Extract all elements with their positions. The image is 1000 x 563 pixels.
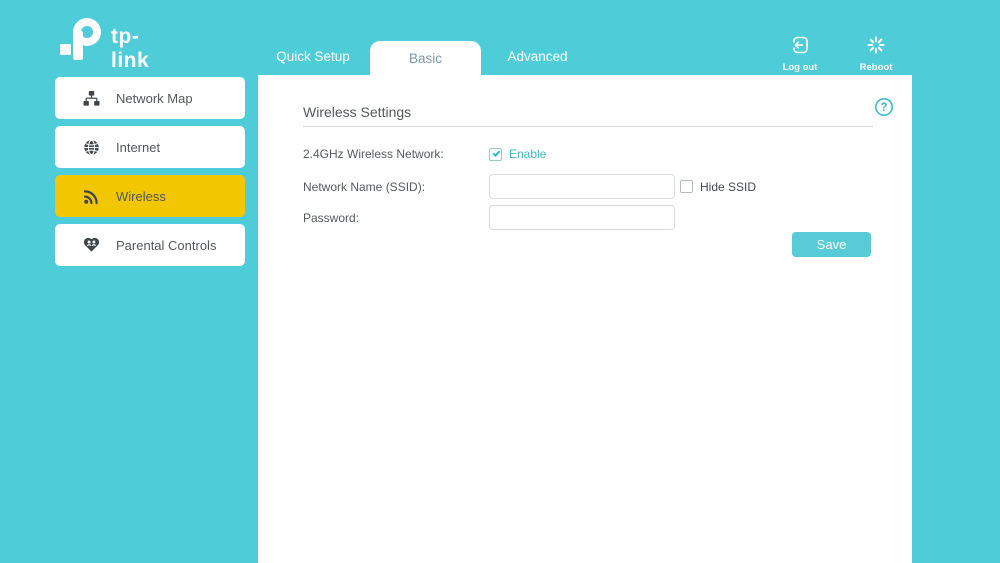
page-title: Wireless Settings [303,104,412,120]
globe-icon [83,139,100,156]
password-input[interactable] [489,205,675,230]
row-24ghz-network: 2.4GHz Wireless Network: Enable [303,146,546,162]
tab-basic[interactable]: Basic [370,41,481,75]
reboot-button[interactable]: Reboot [854,35,898,73]
wifi-icon [83,188,100,205]
sidebar-item-internet[interactable]: Internet [55,126,245,168]
reboot-icon [866,36,886,59]
logout-label: Log out [782,62,818,73]
hide-ssid-checkbox[interactable] [680,180,693,193]
logout-icon [790,36,810,59]
field-label-password: Password: [303,210,360,225]
help-icon[interactable]: ? [874,97,894,117]
tab-advanced[interactable]: Advanced [490,49,585,64]
enable-checkbox[interactable] [489,147,502,161]
main-panel: Wireless Settings ? 2.4GHz Wireless Netw… [258,75,912,563]
sidebar-item-label: Network Map [116,90,193,106]
sidebar: Network Map Internet Wireless Parental C… [55,77,245,273]
tp-link-logo: tp-link [57,17,177,72]
logout-button[interactable]: Log out [778,35,822,73]
hide-ssid-group: Hide SSID [680,180,756,194]
sidebar-item-network-map[interactable]: Network Map [55,77,245,119]
sidebar-item-label: Wireless [116,188,166,204]
save-button[interactable]: Save [792,232,871,257]
sidebar-item-parental-controls[interactable]: Parental Controls [55,224,245,266]
reboot-label: Reboot [859,62,893,73]
sidebar-item-label: Parental Controls [116,237,217,253]
hide-ssid-label: Hide SSID [700,179,757,194]
heart-icon [83,237,100,254]
sidebar-item-label: Internet [116,139,161,155]
tab-quick-setup[interactable]: Quick Setup [265,49,361,64]
field-label-24ghz: 2.4GHz Wireless Network: [303,147,444,161]
tp-link-logo-text: tp-link [111,25,150,72]
sidebar-item-wireless[interactable]: Wireless [55,175,245,217]
title-divider [303,126,873,127]
field-label-ssid: Network Name (SSID): [303,179,426,194]
svg-text:?: ? [880,102,887,114]
row-password: Password: [303,205,675,230]
ssid-input[interactable] [489,174,675,199]
tp-link-logo-icon [57,17,103,68]
row-network-name: Network Name (SSID): Hide SSID [303,174,756,199]
enable-checkbox-label: Enable [509,147,547,161]
network-map-icon [83,90,100,107]
check-icon [492,149,500,157]
